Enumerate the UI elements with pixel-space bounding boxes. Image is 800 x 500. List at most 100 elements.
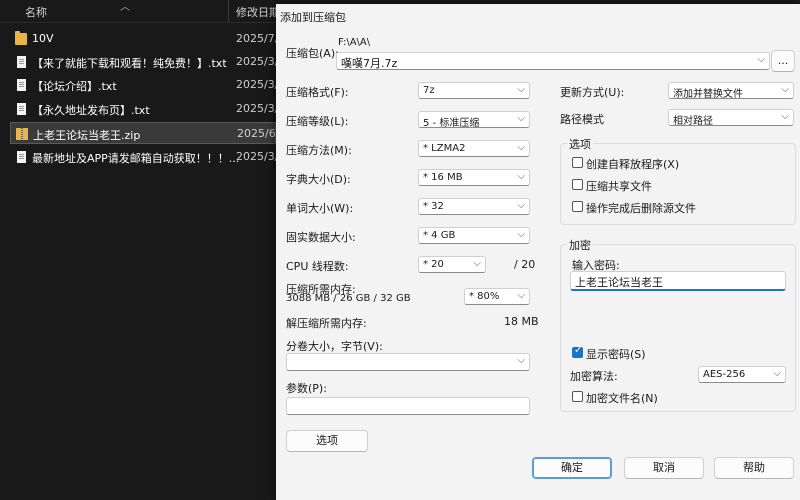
shared-label[interactable]: 压缩共享文件 xyxy=(586,178,652,194)
password-input[interactable]: 上老王论坛当老王 xyxy=(570,271,786,291)
path-mode-label: 路径模式 xyxy=(560,113,604,126)
file-row[interactable]: 【论坛介绍】.txt 2025/3/2 xyxy=(10,74,285,96)
word-value: * 32 xyxy=(423,201,444,212)
chevron-down-icon: ⌵ xyxy=(517,200,525,211)
column-date[interactable]: 修改日期 xyxy=(236,4,280,20)
archive-name-combo[interactable]: 嘆嘆7月.7z ⌵ xyxy=(336,52,770,70)
chevron-down-icon: ⌵ xyxy=(517,171,525,182)
level-label: 压缩等级(L): xyxy=(286,115,349,128)
file-name: 最新地址及APP请发邮箱自动获取！！！... xyxy=(32,152,240,165)
column-name[interactable]: 名称 xyxy=(25,4,47,20)
file-name: 10V xyxy=(32,32,54,45)
encryption-method-label: 加密算法: xyxy=(570,370,618,383)
format-select[interactable]: 7z ⌵ xyxy=(418,82,530,99)
solid-value: * 4 GB xyxy=(423,230,456,241)
solid-label: 固实数据大小: xyxy=(286,231,356,244)
delete-after-checkbox[interactable] xyxy=(572,201,583,212)
path-mode-select[interactable]: 相对路径 ⌵ xyxy=(668,109,794,127)
chevron-down-icon: ⌵ xyxy=(473,258,481,269)
zip-icon xyxy=(16,128,28,140)
memory-value: * 80% xyxy=(469,291,500,302)
memory-select[interactable]: * 80% ⌵ xyxy=(464,288,530,305)
dict-label: 字典大小(D): xyxy=(286,173,351,186)
chevron-down-icon: ⌵ xyxy=(781,84,789,95)
cpu-total: / 20 xyxy=(514,258,536,271)
word-select[interactable]: * 32 ⌵ xyxy=(418,198,530,215)
encryption-method-select[interactable]: AES-256 ⌵ xyxy=(698,366,786,383)
memory-detail: 3088 MB / 26 GB / 32 GB xyxy=(286,293,411,304)
file-name: 【论坛介绍】.txt xyxy=(32,80,117,93)
dict-select[interactable]: * 16 MB ⌵ xyxy=(418,169,530,186)
document-icon xyxy=(17,151,26,163)
archive-name-value: 嘆嘆7月.7z xyxy=(341,57,398,70)
folder-icon xyxy=(15,31,27,45)
delete-after-label[interactable]: 操作完成后删除源文件 xyxy=(586,200,696,216)
chevron-down-icon: ⌵ xyxy=(517,113,525,124)
show-password-label[interactable]: 显示密码(S) xyxy=(586,346,646,362)
options-group-title: 选项 xyxy=(567,136,593,152)
solid-select[interactable]: * 4 GB ⌵ xyxy=(418,227,530,244)
encrypt-names-checkbox[interactable] xyxy=(572,391,583,402)
file-name: 【来了就能下载和观看！纯免费！】.txt xyxy=(32,57,227,70)
format-label: 压缩格式(F): xyxy=(286,86,349,99)
method-label: 压缩方法(M): xyxy=(286,144,352,157)
chevron-down-icon: ⌵ xyxy=(517,229,525,240)
file-row[interactable]: 【来了就能下载和观看！纯免费！】.txt 2025/3/2 xyxy=(10,51,285,73)
ok-button[interactable]: 确定 xyxy=(532,457,612,479)
file-row[interactable]: 【永久地址发布页】.txt 2025/3/2 xyxy=(10,98,285,120)
sfx-checkbox[interactable] xyxy=(572,157,583,168)
dict-value: * 16 MB xyxy=(423,172,463,183)
chevron-down-icon: ⌵ xyxy=(781,111,789,122)
file-row[interactable]: 最新地址及APP请发邮箱自动获取！！！... 2025/3/2 xyxy=(10,146,285,168)
shared-checkbox[interactable] xyxy=(572,179,583,190)
dialog-title: 添加到压缩包 xyxy=(280,11,346,24)
file-name: 上老王论坛当老王.zip xyxy=(33,129,141,142)
add-to-archive-dialog: 添加到压缩包 压缩包(A): F:\A\A\ 嘆嘆7月.7z ⌵ ... 压缩格… xyxy=(276,4,800,500)
encryption-group-title: 加密 xyxy=(567,237,593,253)
file-row-selected[interactable]: 上老王论坛当老王.zip 2025/6/2 xyxy=(10,122,286,144)
archive-label: 压缩包(A): xyxy=(286,47,339,60)
chevron-down-icon: ⌵ xyxy=(517,290,525,301)
file-row[interactable]: 10V 2025/7/1 xyxy=(10,28,285,50)
cpu-value: * 20 xyxy=(423,259,444,270)
chevron-down-icon[interactable]: ⌵ xyxy=(757,54,765,65)
level-value: 5 - 标准压缩 xyxy=(423,118,480,129)
archive-path: F:\A\A\ xyxy=(338,37,371,48)
split-select[interactable]: ⌵ xyxy=(286,353,530,371)
chevron-down-icon: ⌵ xyxy=(517,142,525,153)
sort-up-icon: ︿ xyxy=(120,2,130,13)
method-value: * LZMA2 xyxy=(423,143,466,154)
show-password-checkbox[interactable] xyxy=(572,345,583,358)
split-label: 分卷大小，字节(V): xyxy=(286,340,383,353)
help-button[interactable]: 帮助 xyxy=(714,457,794,479)
decompress-memory-label: 解压缩所需内存: xyxy=(286,317,367,330)
cpu-label: CPU 线程数: xyxy=(286,260,349,273)
params-label: 参数(P): xyxy=(286,382,327,395)
path-mode-value: 相对路径 xyxy=(673,116,713,127)
column-divider[interactable] xyxy=(228,0,229,22)
params-input[interactable] xyxy=(286,397,530,415)
update-value: 添加并替换文件 xyxy=(673,89,743,100)
sfx-label[interactable]: 创建自释放程序(X) xyxy=(586,156,679,172)
encryption-method-value: AES-256 xyxy=(703,369,746,380)
browse-button[interactable]: ... xyxy=(771,50,795,72)
cpu-select[interactable]: * 20 ⌵ xyxy=(418,256,486,273)
update-label: 更新方式(U): xyxy=(560,86,625,99)
document-icon xyxy=(17,79,26,91)
password-value: 上老王论坛当老王 xyxy=(575,276,663,289)
encrypt-names-label[interactable]: 加密文件名(N) xyxy=(586,390,658,406)
file-name: 【永久地址发布页】.txt xyxy=(32,104,150,117)
chevron-down-icon: ⌵ xyxy=(773,368,781,379)
document-icon xyxy=(17,103,26,115)
update-select[interactable]: 添加并替换文件 ⌵ xyxy=(668,82,794,100)
document-icon xyxy=(17,56,26,68)
format-value: 7z xyxy=(423,85,435,96)
cancel-button[interactable]: 取消 xyxy=(624,457,704,479)
chevron-down-icon: ⌵ xyxy=(517,355,525,366)
word-label: 单词大小(W): xyxy=(286,202,354,215)
options-button[interactable]: 选项 xyxy=(286,430,368,452)
chevron-down-icon: ⌵ xyxy=(517,84,525,95)
level-select[interactable]: 5 - 标准压缩 ⌵ xyxy=(418,111,530,129)
method-select[interactable]: * LZMA2 ⌵ xyxy=(418,140,530,157)
decompress-memory-value: 18 MB xyxy=(504,315,539,328)
